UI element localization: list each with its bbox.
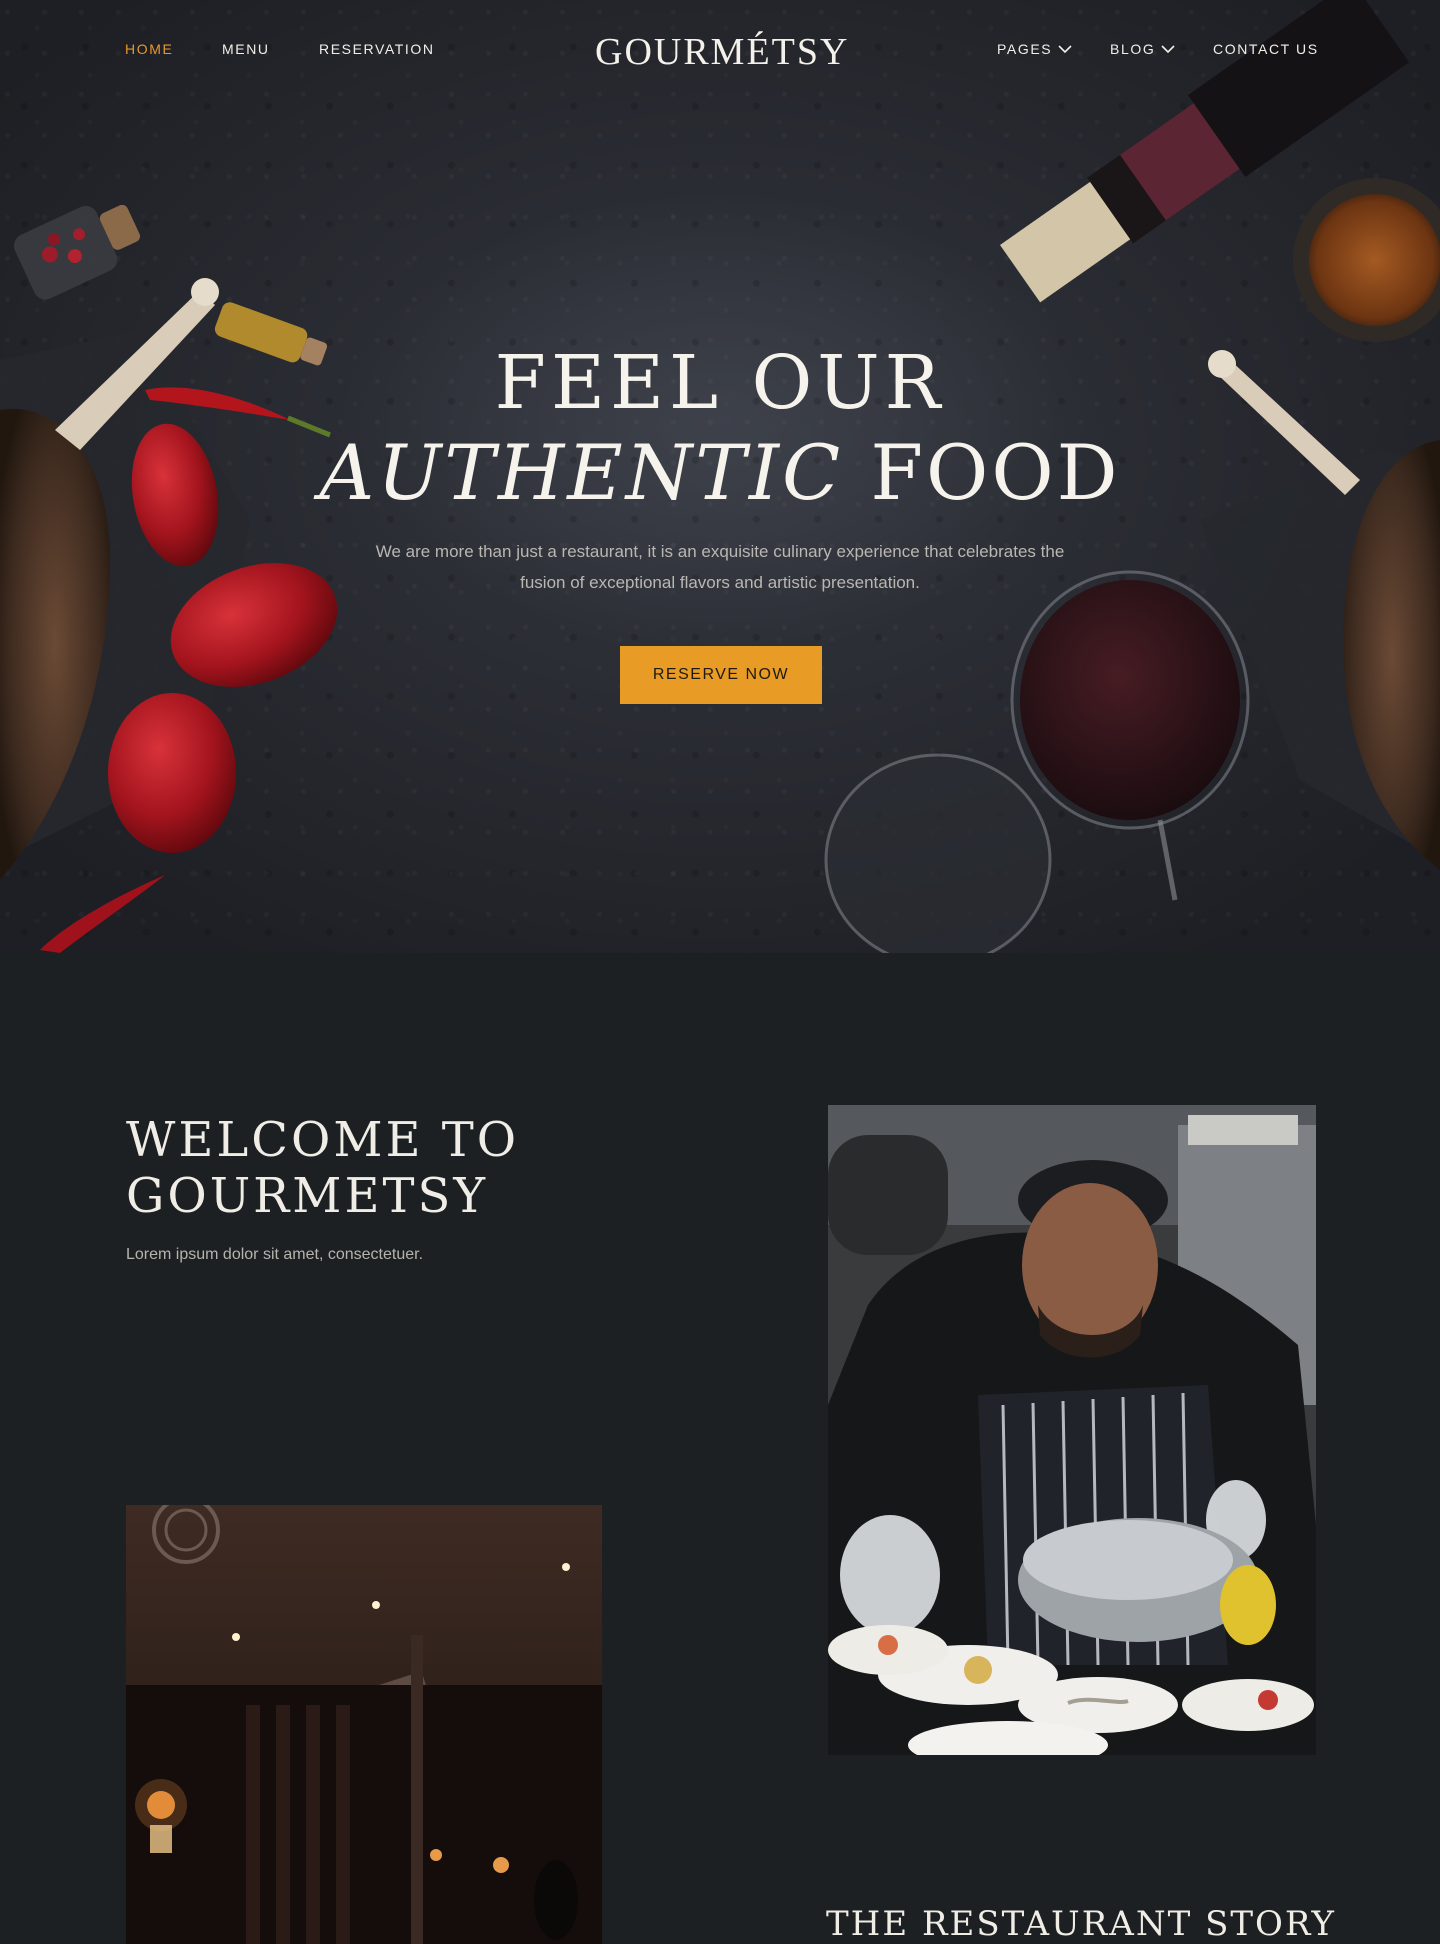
hero-title-italic: AUTHENTIC — [319, 428, 844, 517]
nav-blog[interactable]: BLOG — [1110, 41, 1175, 57]
hero-title-line2: AUTHENTIC FOOD — [0, 428, 1440, 517]
restaurant-interior-photo — [126, 1505, 602, 1944]
nav-reservation[interactable]: RESERVATION — [319, 41, 435, 57]
welcome-subtitle: Lorem ipsum dolor sit amet, consectetuer… — [126, 1246, 424, 1263]
welcome-title-line1: WELCOME TO — [126, 1112, 520, 1168]
nav-contact-label: CONTACT US — [1213, 41, 1319, 57]
hero-section: HOME MENU RESERVATION GOURMÉTSY PAGES BL… — [0, 0, 1440, 953]
welcome-title-line2: GOURMETSY — [126, 1168, 489, 1224]
reserve-now-button[interactable]: RESERVE NOW — [620, 646, 822, 704]
nav-menu-label: MENU — [222, 41, 270, 57]
hero-subtitle: We are more than just a restaurant, it i… — [375, 542, 1065, 592]
hero-title-line1: FEEL OUR — [494, 340, 946, 426]
nav-home-label: HOME — [125, 41, 174, 57]
nav-menu[interactable]: MENU — [222, 41, 270, 57]
restaurant-story-title: THE RESTAURANT STORY — [826, 1904, 1336, 1944]
site-logo[interactable]: GOURMÉTSY — [595, 30, 847, 74]
chef-photo — [828, 1105, 1316, 1755]
hero-title-rest: FOOD — [843, 428, 1121, 517]
nav-contact[interactable]: CONTACT US — [1213, 41, 1319, 57]
nav-blog-label: BLOG — [1110, 41, 1156, 57]
chevron-down-icon — [1058, 45, 1072, 54]
nav-pages[interactable]: PAGES — [997, 41, 1072, 57]
nav-reservation-label: RESERVATION — [319, 41, 435, 57]
nav-home[interactable]: HOME — [125, 41, 173, 57]
welcome-title: WELCOME TO GOURMETSY — [126, 1112, 519, 1224]
chef-photo-illustration — [828, 1105, 1316, 1755]
main-nav: HOME MENU RESERVATION GOURMÉTSY PAGES BL… — [0, 0, 1440, 100]
restaurant-interior-illustration — [126, 1505, 602, 1944]
nav-pages-label: PAGES — [997, 41, 1053, 57]
chevron-down-icon — [1161, 45, 1175, 54]
